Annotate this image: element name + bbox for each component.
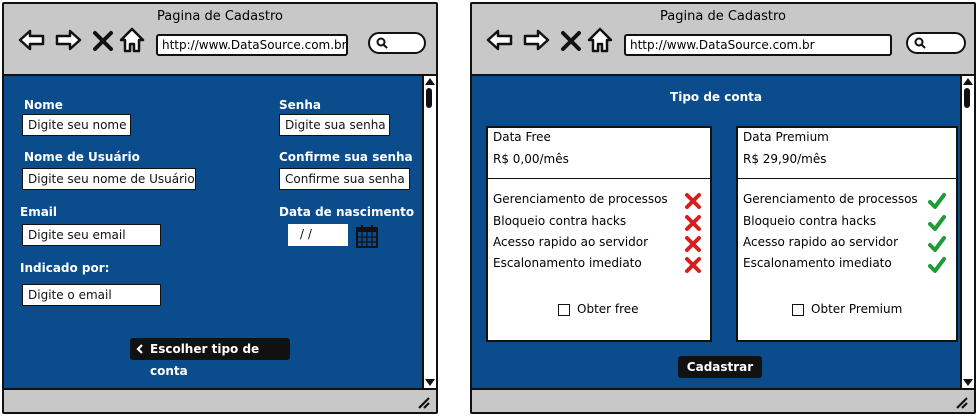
plan-card-free: Data Free R$ 0,00/mês Gerenciamento de p… xyxy=(486,126,712,342)
home-icon[interactable] xyxy=(586,26,614,54)
browser-window-cadastro: Pagina de Cadastro http://www.DataSource… xyxy=(2,2,438,414)
plan-name: Data Free xyxy=(493,130,551,144)
status-bar xyxy=(4,392,436,412)
feature-item: Acesso rapido ao servidor xyxy=(743,235,899,249)
check-icon xyxy=(928,215,946,231)
resize-grip-icon[interactable] xyxy=(416,395,430,409)
browser-toolbar: http://www.DataSource.com.br xyxy=(472,26,974,66)
confirme-label: Confirme sua senha xyxy=(279,150,413,164)
calendar-icon[interactable] xyxy=(356,224,378,248)
email-label: Email xyxy=(20,205,58,219)
feature-item: Bloqueio contra hacks xyxy=(743,214,877,228)
senha-input[interactable]: Digite sua senha xyxy=(279,114,390,136)
browser-window-tipo-conta: Pagina de Cadastro http://www.DataSource… xyxy=(470,2,976,414)
search-icon xyxy=(376,37,388,49)
divider xyxy=(738,178,956,179)
address-bar[interactable]: http://www.DataSource.com.br xyxy=(156,34,348,56)
search-icon xyxy=(914,37,926,49)
address-bar[interactable]: http://www.DataSource.com.br xyxy=(624,34,892,56)
chevron-left-icon xyxy=(136,344,143,354)
nascimento-input[interactable]: / / xyxy=(288,224,348,246)
plan-price: R$ 29,90/mês xyxy=(743,152,827,166)
content-area: Nome Digite seu nome Nome de Usuário Dig… xyxy=(4,74,436,390)
resize-grip-icon[interactable] xyxy=(954,395,968,409)
cross-icon xyxy=(685,257,701,273)
check-icon xyxy=(928,193,946,209)
feature-item: Acesso rapido ao servidor xyxy=(493,235,649,249)
obter-premium-checkbox[interactable] xyxy=(792,304,804,316)
search-box[interactable] xyxy=(368,32,426,54)
search-box[interactable] xyxy=(906,32,966,54)
obter-free-label: Obter free xyxy=(577,302,639,316)
close-icon[interactable] xyxy=(560,26,582,54)
escolher-tipo-label: Escolher tipo de conta xyxy=(150,342,260,378)
scroll-down-icon[interactable] xyxy=(963,379,973,386)
scroll-thumb[interactable] xyxy=(964,88,970,108)
forward-arrow-icon[interactable] xyxy=(54,26,82,54)
tipo-conta-heading: Tipo de conta xyxy=(670,90,762,104)
forward-arrow-icon[interactable] xyxy=(522,26,550,54)
back-arrow-icon[interactable] xyxy=(18,26,46,54)
content-area: Tipo de conta Data Free R$ 0,00/mês Gere… xyxy=(472,74,974,390)
divider xyxy=(488,178,710,179)
window-title: Pagina de Cadastro xyxy=(660,9,786,24)
close-icon[interactable] xyxy=(92,26,114,54)
feature-item: Gerenciamento de processos xyxy=(743,192,918,206)
cadastrar-button[interactable]: Cadastrar xyxy=(678,356,762,378)
feature-item: Escalonamento imediato xyxy=(743,256,892,270)
browser-toolbar: http://www.DataSource.com.br xyxy=(4,26,436,66)
window-title: Pagina de Cadastro xyxy=(157,9,283,24)
obter-premium-label: Obter Premium xyxy=(811,302,903,316)
feature-item: Gerenciamento de processos xyxy=(493,192,668,206)
nome-label: Nome xyxy=(24,98,63,112)
home-icon[interactable] xyxy=(118,26,146,54)
back-arrow-icon[interactable] xyxy=(486,26,514,54)
feature-item: Escalonamento imediato xyxy=(493,256,642,270)
indicado-input[interactable]: Digite o email xyxy=(22,284,161,306)
plan-card-premium: Data Premium R$ 29,90/mês Gerenciamento … xyxy=(736,126,958,342)
escolher-tipo-button[interactable]: Escolher tipo de conta xyxy=(130,338,290,378)
vertical-scrollbar[interactable] xyxy=(422,76,436,388)
feature-item: Bloqueio contra hacks xyxy=(493,214,627,228)
email-input[interactable]: Digite seu email xyxy=(22,224,161,246)
check-icon xyxy=(928,257,946,273)
scroll-up-icon[interactable] xyxy=(425,78,435,85)
vertical-scrollbar[interactable] xyxy=(960,76,974,388)
nome-input[interactable]: Digite seu nome xyxy=(22,114,131,136)
cross-icon xyxy=(685,193,701,209)
scroll-up-icon[interactable] xyxy=(963,78,973,85)
confirme-input[interactable]: Confirme sua senha xyxy=(279,168,410,190)
usuario-label: Nome de Usuário xyxy=(24,150,140,164)
plan-price: R$ 0,00/mês xyxy=(493,152,569,166)
cross-icon xyxy=(685,236,701,252)
check-icon xyxy=(928,236,946,252)
usuario-input[interactable]: Digite seu nome de Usuário xyxy=(22,168,196,190)
senha-label: Senha xyxy=(279,98,321,112)
indicado-label: Indicado por: xyxy=(20,261,110,275)
obter-free-checkbox[interactable] xyxy=(558,304,570,316)
scroll-thumb[interactable] xyxy=(426,88,432,108)
cross-icon xyxy=(685,215,701,231)
status-bar xyxy=(472,392,974,412)
plan-name: Data Premium xyxy=(743,130,829,144)
nascimento-label: Data de nascimento xyxy=(279,205,415,219)
scroll-down-icon[interactable] xyxy=(425,379,435,386)
